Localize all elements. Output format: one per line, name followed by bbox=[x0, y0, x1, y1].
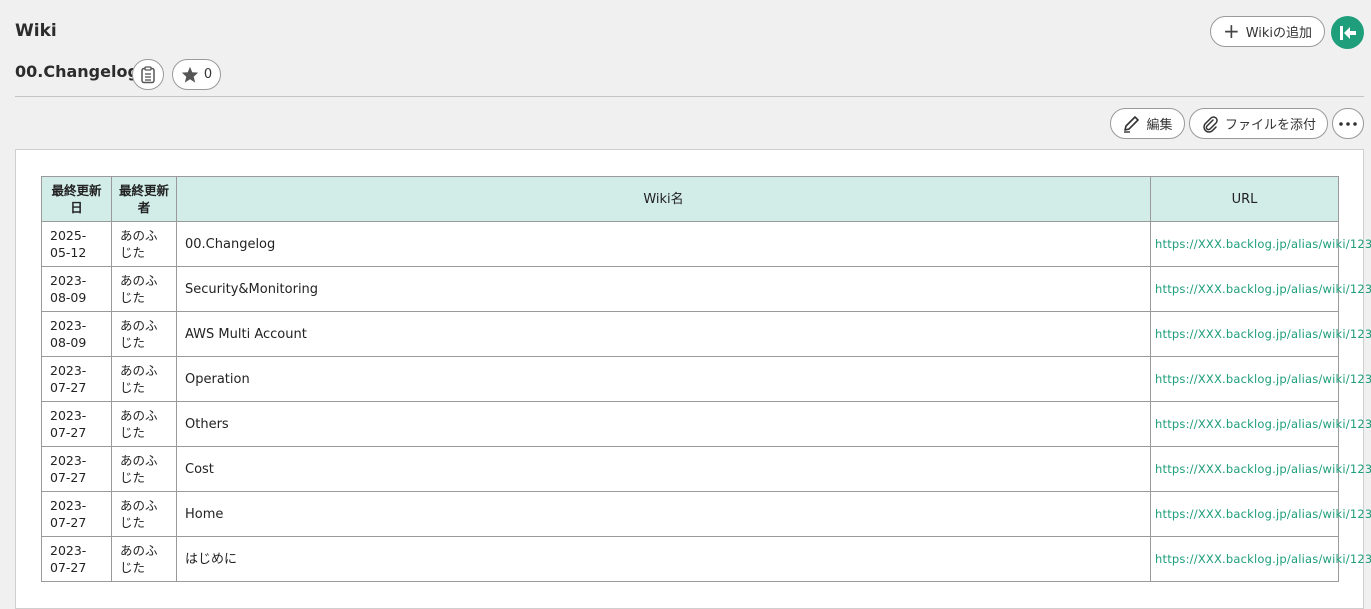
url-cell: https://XXX.backlog.jp/alias/wiki/123456… bbox=[1150, 491, 1371, 537]
add-wiki-button[interactable]: + Wikiの追加 bbox=[1210, 16, 1325, 47]
updated-date-cell: 2025-05-12 bbox=[41, 221, 112, 267]
updated-by-cell: あのふじた bbox=[111, 266, 177, 312]
updated-date-cell: 2023-07-27 bbox=[41, 401, 112, 447]
document-button[interactable] bbox=[132, 59, 164, 90]
star-button[interactable]: 0 bbox=[172, 59, 221, 90]
collapse-left-icon bbox=[1339, 25, 1356, 40]
wiki-url-link[interactable]: https://XXX.backlog.jp/alias/wiki/123456… bbox=[1155, 552, 1371, 566]
updated-date-cell: 2023-07-27 bbox=[41, 356, 112, 402]
updated-date-cell: 2023-07-27 bbox=[41, 446, 112, 492]
pencil-icon bbox=[1124, 115, 1140, 133]
updated-date-cell: 2023-07-27 bbox=[41, 536, 112, 582]
page-title: 00.Changelog bbox=[15, 62, 139, 81]
plus-icon: + bbox=[1222, 18, 1240, 43]
wiki-url-link[interactable]: https://XXX.backlog.jp/alias/wiki/123456… bbox=[1155, 417, 1371, 431]
more-options-button[interactable] bbox=[1332, 108, 1364, 139]
add-wiki-label: Wikiの追加 bbox=[1245, 26, 1313, 41]
wiki-url-link[interactable]: https://XXX.backlog.jp/alias/wiki/123456… bbox=[1155, 372, 1371, 386]
updated-by-cell: あのふじた bbox=[111, 356, 177, 402]
attach-label: ファイルを添付 bbox=[1224, 118, 1316, 133]
updated-date-cell: 2023-07-27 bbox=[41, 491, 112, 537]
column-header-updated-date: 最終更新日 bbox=[41, 176, 112, 222]
wiki-name-cell: Others bbox=[176, 401, 1151, 447]
wiki-content: 最終更新日 最終更新者 Wiki名 URL 2025-05-12 あのふじた 00.… bbox=[15, 149, 1371, 609]
table-row: 2023-07-27 あのふじた Operation https://XXX.back… bbox=[41, 356, 1371, 402]
wiki-name-cell: AWS Multi Account bbox=[176, 311, 1151, 357]
star-icon bbox=[181, 66, 198, 83]
table-row: 2025-05-12 あのふじた 00.Changelog https://XXX.b… bbox=[41, 221, 1371, 267]
collapse-sidebar-button[interactable] bbox=[1331, 16, 1364, 49]
table-row: 2023-07-27 あのふじた はじめに https://XXX.backlog.j… bbox=[41, 536, 1371, 582]
edit-label: 編集 bbox=[1146, 118, 1173, 133]
updated-by-cell: あのふじた bbox=[111, 536, 177, 582]
table-row: 2023-08-09 あのふじた Security&Monitoring https:… bbox=[41, 266, 1371, 312]
column-header-wiki-name: Wiki名 bbox=[176, 176, 1151, 222]
url-cell: https://XXX.backlog.jp/alias/wiki/123456… bbox=[1150, 356, 1371, 402]
updated-by-cell: あのふじた bbox=[111, 221, 177, 267]
wiki-url-link[interactable]: https://XXX.backlog.jp/alias/wiki/123456… bbox=[1155, 507, 1371, 521]
table-header-row: 最終更新日 最終更新者 Wiki名 URL bbox=[41, 176, 1339, 222]
updated-by-cell: あのふじた bbox=[111, 446, 177, 492]
wiki-url-link[interactable]: https://XXX.backlog.jp/alias/wiki/123456… bbox=[1155, 282, 1371, 296]
table-body: 2025-05-12 あのふじた 00.Changelog https://XXX.b… bbox=[41, 221, 1371, 582]
edit-button[interactable]: 編集 bbox=[1110, 108, 1185, 139]
wiki-name-cell: Operation bbox=[176, 356, 1151, 402]
more-dots-icon bbox=[1339, 121, 1357, 126]
wiki-name-cell: Home bbox=[176, 491, 1151, 537]
star-count: 0 bbox=[203, 67, 213, 82]
paperclip-icon bbox=[1203, 115, 1218, 133]
wiki-name-cell: 00.Changelog bbox=[176, 221, 1151, 267]
wiki-url-link[interactable]: https://XXX.backlog.jp/alias/wiki/123456… bbox=[1155, 462, 1371, 476]
updated-by-cell: あのふじた bbox=[111, 491, 177, 537]
table-row: 2023-07-27 あのふじた Home https://XXX.backlog.j… bbox=[41, 491, 1371, 537]
url-cell: https://XXX.backlog.jp/alias/wiki/123456… bbox=[1150, 446, 1371, 492]
column-header-updated-by: 最終更新者 bbox=[111, 176, 177, 222]
updated-date-cell: 2023-08-09 bbox=[41, 266, 112, 312]
wiki-name-cell: Cost bbox=[176, 446, 1151, 492]
updated-by-cell: あのふじた bbox=[111, 401, 177, 447]
column-header-url: URL bbox=[1150, 176, 1339, 222]
document-icon bbox=[141, 65, 155, 83]
url-cell: https://XXX.backlog.jp/alias/wiki/123456… bbox=[1150, 401, 1371, 447]
updated-date-cell: 2023-08-09 bbox=[41, 311, 112, 357]
table-row: 2023-07-27 あのふじた Others https://XXX.backlog… bbox=[41, 401, 1371, 447]
table-row: 2023-07-27 あのふじた Cost https://XXX.backlog.j… bbox=[41, 446, 1371, 492]
wiki-name-cell: はじめに bbox=[176, 536, 1151, 582]
url-cell: https://XXX.backlog.jp/alias/wiki/123456… bbox=[1150, 311, 1371, 357]
header-divider bbox=[15, 96, 1364, 97]
wiki-table: 最終更新日 最終更新者 Wiki名 URL 2025-05-12 あのふじた 00.… bbox=[41, 176, 1371, 582]
attach-file-button[interactable]: ファイルを添付 bbox=[1189, 108, 1328, 139]
app-title: Wiki bbox=[15, 21, 57, 41]
wiki-url-link[interactable]: https://XXX.backlog.jp/alias/wiki/123456… bbox=[1155, 237, 1371, 251]
wiki-name-cell: Security&Monitoring bbox=[176, 266, 1151, 312]
url-cell: https://XXX.backlog.jp/alias/wiki/123456… bbox=[1150, 221, 1371, 267]
url-cell: https://XXX.backlog.jp/alias/wiki/123456… bbox=[1150, 266, 1371, 312]
url-cell: https://XXX.backlog.jp/alias/wiki/123456… bbox=[1150, 536, 1371, 582]
updated-by-cell: あのふじた bbox=[111, 311, 177, 357]
wiki-url-link[interactable]: https://XXX.backlog.jp/alias/wiki/123456… bbox=[1155, 327, 1371, 341]
table-row: 2023-08-09 あのふじた AWS Multi Account https://… bbox=[41, 311, 1371, 357]
